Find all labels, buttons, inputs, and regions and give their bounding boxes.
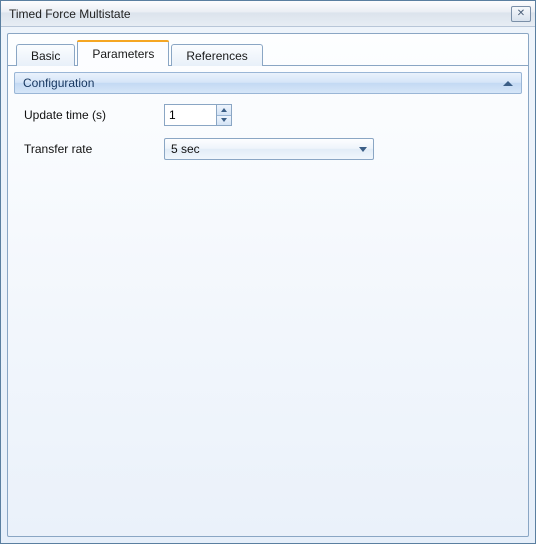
tab-references-label: References (186, 49, 247, 63)
chevron-down-icon (221, 118, 227, 122)
tab-basic-label: Basic (31, 49, 60, 63)
client-area: Basic Parameters References Configuratio… (7, 33, 529, 537)
transfer-rate-value: 5 sec (171, 142, 200, 156)
tabstrip: Basic Parameters References (16, 38, 265, 66)
section-title: Configuration (23, 76, 94, 90)
tab-basic[interactable]: Basic (16, 44, 75, 66)
update-time-input[interactable] (164, 104, 216, 126)
chevron-up-icon (221, 108, 227, 112)
spin-up-button[interactable] (217, 105, 231, 116)
transfer-rate-dropdown[interactable]: 5 sec (164, 138, 374, 160)
update-time-spinner (216, 104, 232, 126)
row-update-time: Update time (s) (24, 104, 512, 126)
spin-down-button[interactable] (217, 116, 231, 126)
tab-references[interactable]: References (171, 44, 262, 66)
section-header-configuration[interactable]: Configuration (14, 72, 522, 94)
titlebar: Timed Force Multistate ✕ (1, 1, 535, 27)
tab-page-parameters: Configuration Update time (s) Transfer (8, 65, 528, 535)
tab-parameters-label: Parameters (92, 47, 154, 61)
close-button[interactable]: ✕ (511, 6, 531, 22)
close-icon: ✕ (517, 9, 525, 19)
window-title: Timed Force Multistate (9, 7, 131, 21)
label-transfer-rate: Transfer rate (24, 142, 164, 156)
tab-parameters[interactable]: Parameters (77, 40, 169, 66)
row-transfer-rate: Transfer rate 5 sec (24, 138, 512, 160)
dialog-window: Timed Force Multistate ✕ Basic Parameter… (0, 0, 536, 544)
section-body: Update time (s) Transfer rate 5 sec (14, 94, 522, 182)
collapse-up-icon (503, 81, 513, 86)
label-update-time: Update time (s) (24, 108, 164, 122)
chevron-down-icon (359, 147, 367, 152)
update-time-stepper (164, 104, 232, 126)
